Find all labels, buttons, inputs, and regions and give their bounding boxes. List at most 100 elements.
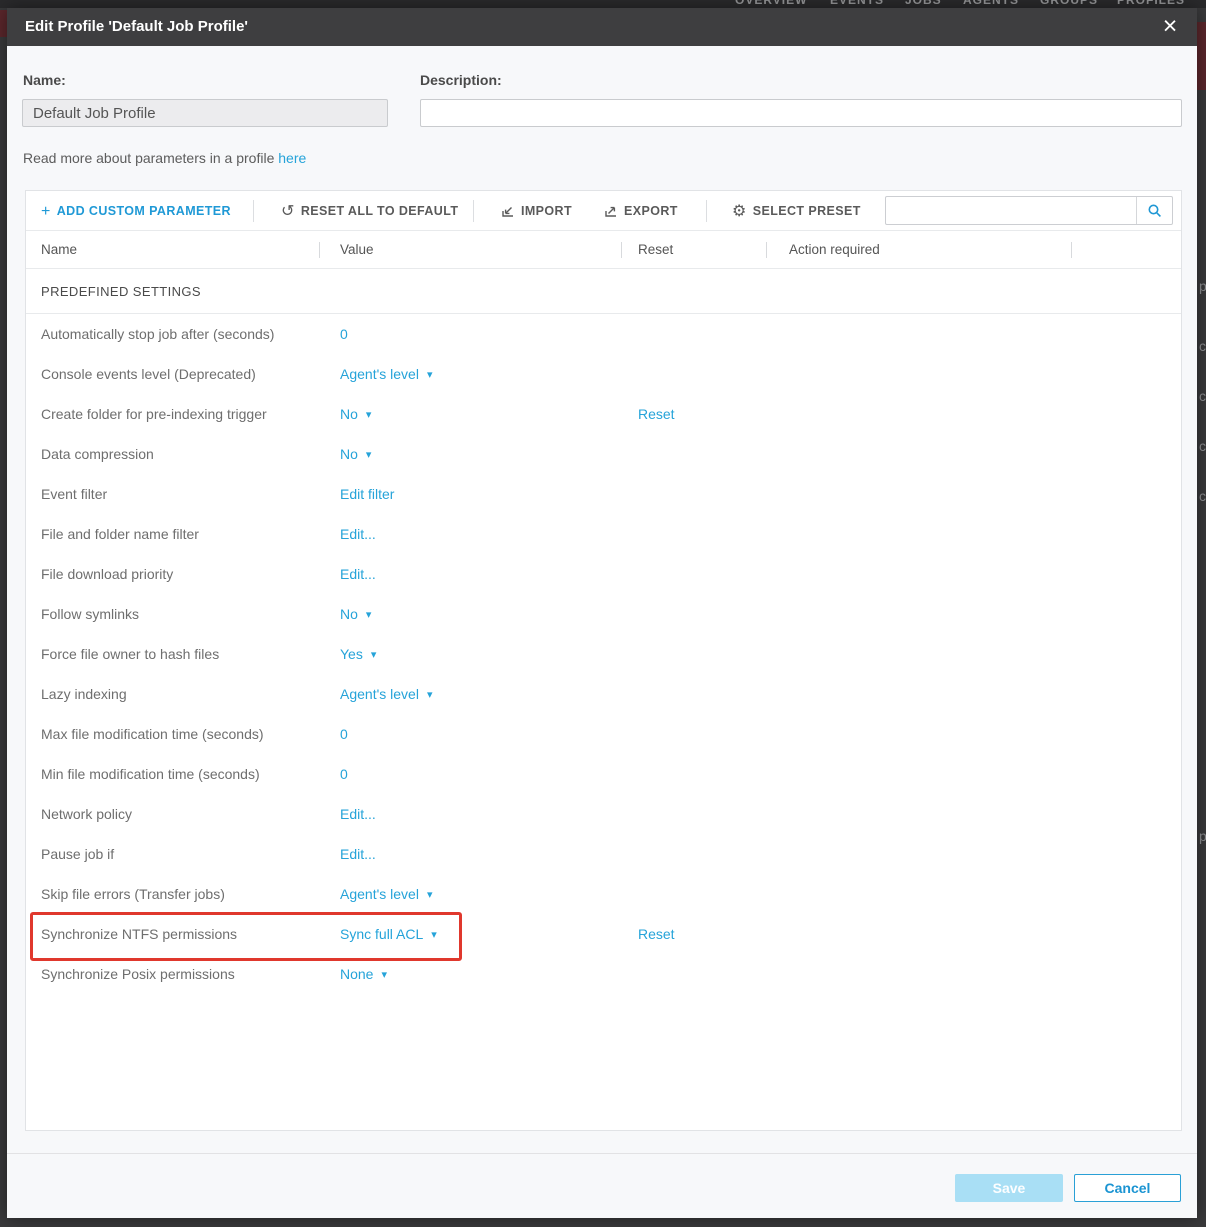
parameter-value-link[interactable]: None▾ xyxy=(340,966,387,982)
table-row: File download priority Edit... xyxy=(26,554,1181,594)
gear-icon: ⚙ xyxy=(732,203,747,220)
table-row: Pause job if Edit... xyxy=(26,834,1181,874)
table-row: Follow symlinks No▾ xyxy=(26,594,1181,634)
column-header-value: Value xyxy=(340,231,374,269)
dialog-title: Edit Profile 'Default Job Profile' xyxy=(25,8,248,46)
parameter-value-link[interactable]: Agent's level▾ xyxy=(340,366,432,382)
parameter-name: Synchronize NTFS permissions xyxy=(41,926,237,942)
background-banner-fragment xyxy=(0,10,7,37)
screen: OVERVIEW EVENTS JOBS AGENTS GROUPS PROFI… xyxy=(0,0,1206,1227)
parameter-value-text: No xyxy=(340,406,358,422)
import-button[interactable]: IMPORT xyxy=(501,191,572,231)
table-row: Event filter Edit filter xyxy=(26,474,1181,514)
select-preset-button[interactable]: ⚙SELECT PRESET xyxy=(732,191,861,231)
column-header-name: Name xyxy=(41,231,77,269)
parameter-value-text: Agent's level xyxy=(340,886,419,902)
parameter-name: Force file owner to hash files xyxy=(41,646,219,662)
close-icon[interactable]: × xyxy=(1155,8,1185,46)
parameter-value-link[interactable]: Yes▾ xyxy=(340,646,376,662)
parameter-value-text: Sync full ACL xyxy=(340,926,423,942)
table-rows: Automatically stop job after (seconds) 0… xyxy=(26,314,1181,994)
import-label: IMPORT xyxy=(521,204,572,218)
export-icon xyxy=(604,204,618,218)
toolbar-divider xyxy=(253,200,254,222)
table-row: Synchronize Posix permissions None▾ xyxy=(26,954,1181,994)
description-field[interactable] xyxy=(420,99,1182,127)
read-more-link[interactable]: here xyxy=(278,150,306,166)
name-field[interactable] xyxy=(22,99,388,127)
table-row: Max file modification time (seconds) 0 xyxy=(26,714,1181,754)
chevron-down-icon: ▾ xyxy=(366,449,372,461)
cancel-button[interactable]: Cancel xyxy=(1074,1174,1181,1202)
parameter-value-link[interactable]: No ▾ xyxy=(340,446,371,462)
section-title: PREDEFINED SETTINGS xyxy=(41,284,201,299)
parameter-value-text: Edit... xyxy=(340,526,376,542)
parameter-value-link[interactable]: Agent's level▾ xyxy=(340,886,432,902)
parameter-name: Event filter xyxy=(41,486,107,502)
description-label: Description: xyxy=(420,72,502,88)
parameter-value-link[interactable]: 0 xyxy=(340,766,348,782)
parameter-value-text: Edit... xyxy=(340,846,376,862)
section-row: PREDEFINED SETTINGS xyxy=(26,269,1181,314)
chevron-down-icon: ▾ xyxy=(366,409,372,421)
parameter-value-link[interactable]: Edit filter xyxy=(340,486,394,502)
parameter-value-link[interactable]: Edit... xyxy=(340,806,376,822)
parameter-name: Console events level (Deprecated) xyxy=(41,366,256,382)
parameter-value-link[interactable]: 0 xyxy=(340,326,348,342)
search-button[interactable] xyxy=(1136,197,1172,224)
column-divider xyxy=(319,242,320,258)
parameter-value-link[interactable]: Edit... xyxy=(340,526,376,542)
parameter-value-text: Yes xyxy=(340,646,363,662)
read-more-text: Read more about parameters in a profile … xyxy=(23,150,306,166)
parameter-name: Skip file errors (Transfer jobs) xyxy=(41,886,225,902)
search-box xyxy=(885,196,1173,225)
background-tab-bar: OVERVIEW EVENTS JOBS AGENTS GROUPS PROFI… xyxy=(0,0,1206,8)
parameter-value-link[interactable]: No▾ xyxy=(340,606,371,622)
parameter-value-link[interactable]: 0 xyxy=(340,726,348,742)
parameter-value-text: None xyxy=(340,966,373,982)
plus-icon: + xyxy=(41,203,51,220)
table-row: Force file owner to hash files Yes▾ xyxy=(26,634,1181,674)
background-tab-profiles: PROFILES xyxy=(1117,0,1185,7)
table-row: Skip file errors (Transfer jobs) Agent's… xyxy=(26,874,1181,914)
parameter-name: Pause job if xyxy=(41,846,114,862)
reset-icon: ↺ xyxy=(281,203,295,220)
table-row: Min file modification time (seconds) 0 xyxy=(26,754,1181,794)
parameter-name: Lazy indexing xyxy=(41,686,127,702)
parameter-value-link[interactable]: Sync full ACL ▾ xyxy=(340,926,437,942)
parameter-name: Data compression xyxy=(41,446,154,462)
parameter-reset-link[interactable]: Reset xyxy=(638,926,675,942)
footer-divider xyxy=(7,1153,1197,1154)
parameter-value-text: No xyxy=(340,446,358,462)
table-row: Synchronize NTFS permissions Sync full A… xyxy=(26,914,1181,954)
save-button[interactable]: Save xyxy=(955,1174,1063,1202)
parameter-value-text: Agent's level xyxy=(340,366,419,382)
edit-profile-dialog: Edit Profile 'Default Job Profile' × Nam… xyxy=(7,8,1197,1218)
column-header-reset: Reset xyxy=(638,231,673,269)
add-custom-parameter-button[interactable]: +ADD CUSTOM PARAMETER xyxy=(41,191,231,231)
import-icon xyxy=(501,204,515,218)
export-button[interactable]: EXPORT xyxy=(604,191,678,231)
column-divider xyxy=(766,242,767,258)
reset-all-button[interactable]: ↺RESET ALL TO DEFAULT xyxy=(281,191,458,231)
table-row: Network policy Edit... xyxy=(26,794,1181,834)
parameter-value-text: Edit... xyxy=(340,566,376,582)
parameter-value-link[interactable]: Agent's level▾ xyxy=(340,686,432,702)
chevron-down-icon: ▾ xyxy=(431,929,437,941)
search-input[interactable] xyxy=(886,197,1136,224)
parameter-name: Synchronize Posix permissions xyxy=(41,966,235,982)
parameter-name: Follow symlinks xyxy=(41,606,139,622)
parameter-name: Max file modification time (seconds) xyxy=(41,726,264,742)
background-banner-fragment xyxy=(1197,22,1206,90)
column-divider xyxy=(1071,242,1072,258)
parameter-value-link[interactable]: No ▾ xyxy=(340,406,371,422)
search-icon xyxy=(1147,203,1163,219)
parameter-reset-link[interactable]: Reset xyxy=(638,406,675,422)
parameter-value-text: 0 xyxy=(340,326,348,342)
parameter-value-text: Agent's level xyxy=(340,686,419,702)
table-header-row: Name Value Reset Action required xyxy=(26,231,1181,269)
parameter-value-link[interactable]: Edit... xyxy=(340,566,376,582)
parameter-value-link[interactable]: Edit... xyxy=(340,846,376,862)
parameter-name: Automatically stop job after (seconds) xyxy=(41,326,274,342)
background-text-fragment: c xyxy=(1199,338,1206,354)
